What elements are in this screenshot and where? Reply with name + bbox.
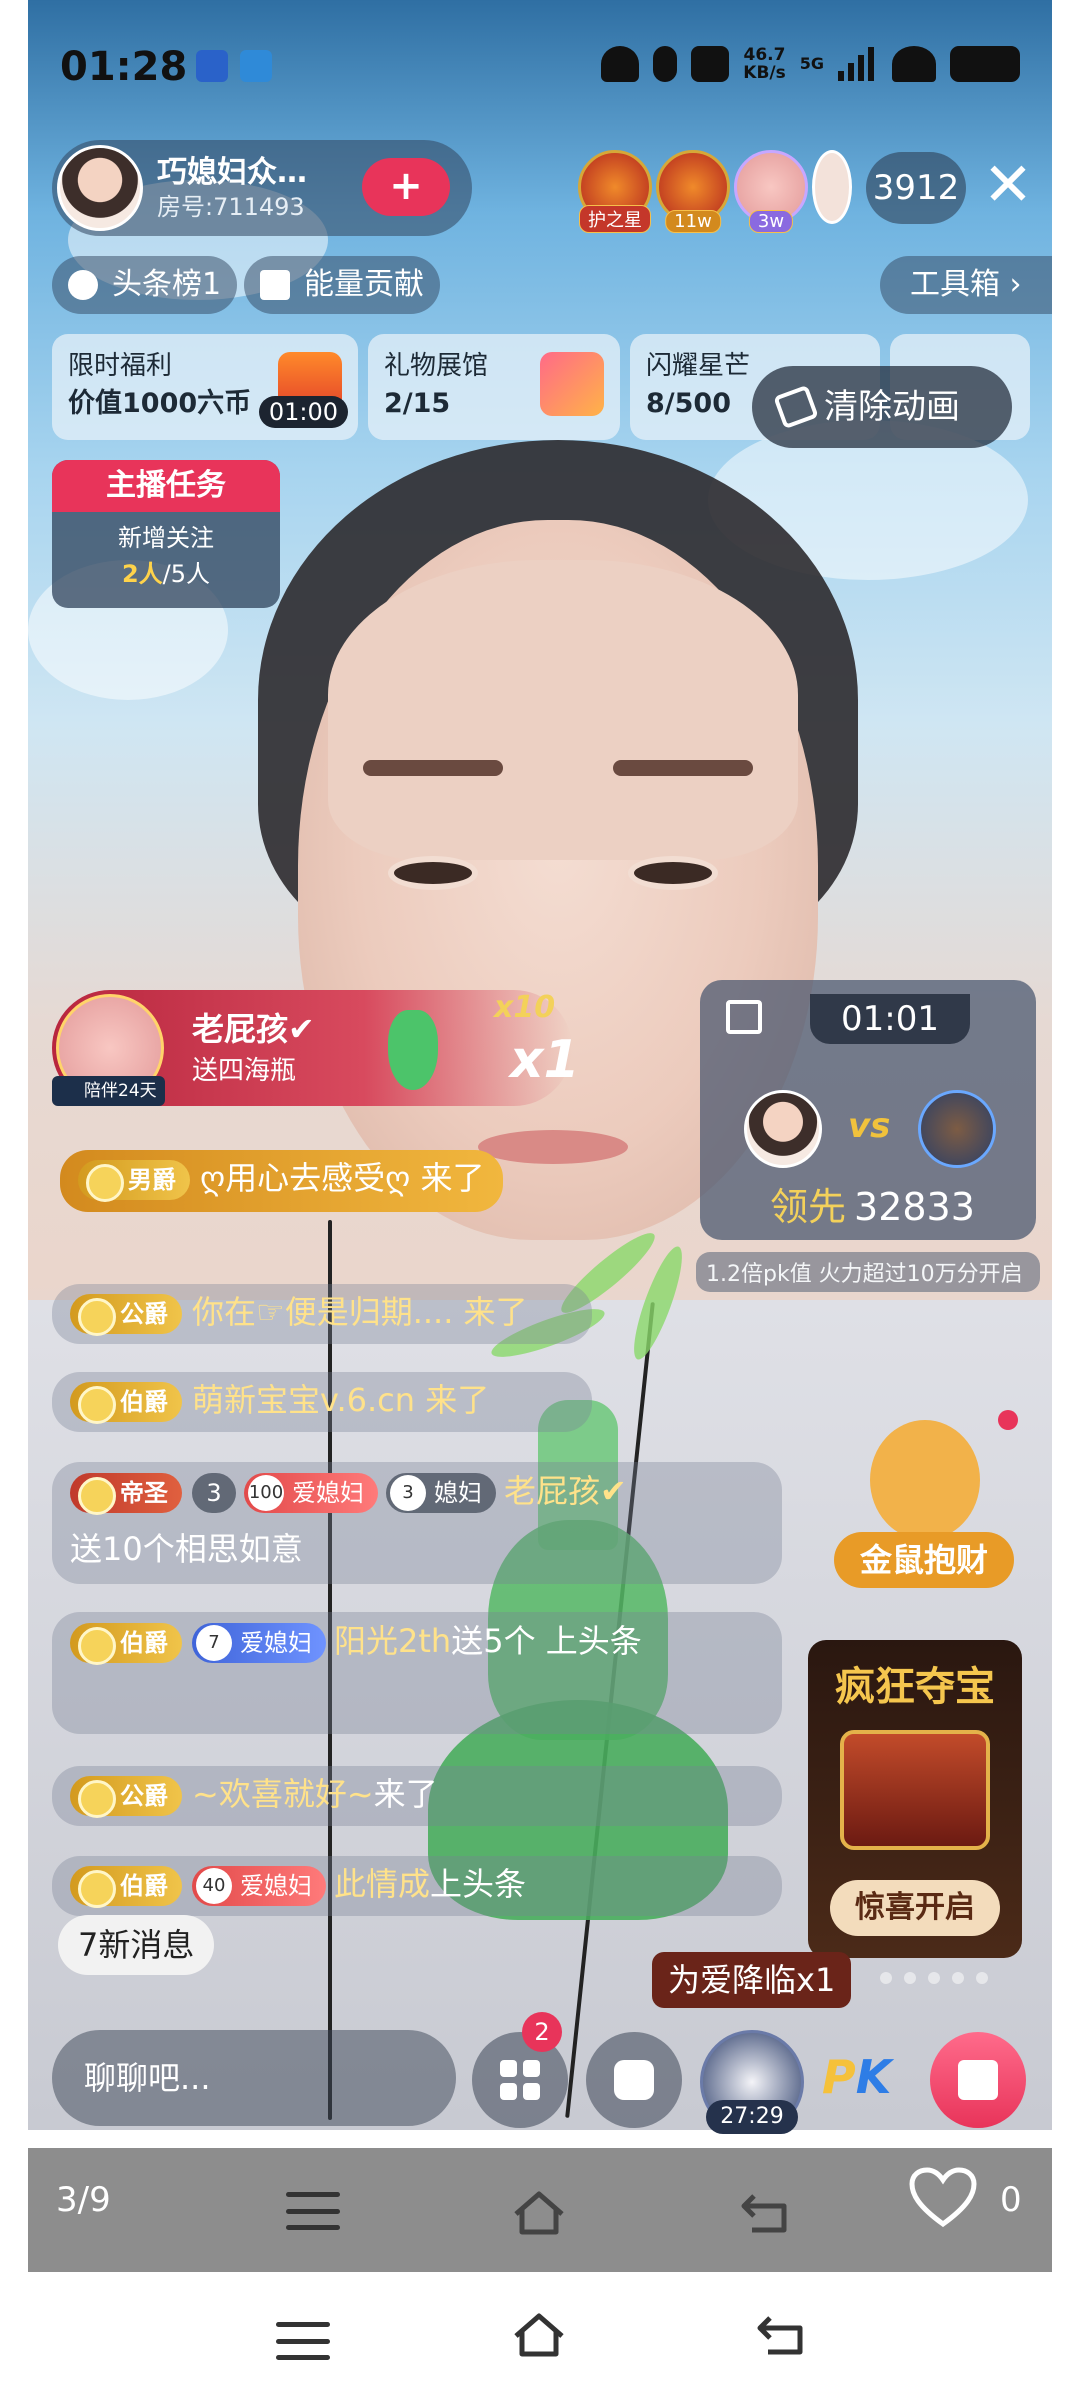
home-icon[interactable] <box>512 2190 566 2236</box>
chat-message[interactable]: 伯爵 萌新宝宝v.6.cn 来了 <box>52 1372 592 1432</box>
activity-timer: 27:29 <box>706 2100 798 2134</box>
notification-icon <box>196 50 228 82</box>
menu-icon[interactable] <box>276 2322 330 2360</box>
headline-rank-button[interactable]: 头条榜1 <box>52 256 238 314</box>
room-number: 房号:711493 <box>157 193 305 221</box>
gifter-name: 老屁孩✔ <box>192 1010 315 1048</box>
signal-icon <box>838 47 878 81</box>
viewer-avatar[interactable]: 3w <box>734 150 808 233</box>
treasure-promo[interactable]: 疯狂夺宝 惊喜开启 <box>808 1640 1022 1958</box>
brow <box>613 760 753 776</box>
chat-bubble-icon <box>614 2060 654 2100</box>
headphone-icon <box>601 46 640 82</box>
toolbox-button[interactable]: 工具箱 › <box>880 256 1052 314</box>
like-icon[interactable] <box>908 2166 978 2230</box>
back-icon[interactable] <box>740 2190 794 2236</box>
status-right: 46.7 KB/s 5G <box>601 46 1020 82</box>
combo-big: x1 <box>510 1030 580 1090</box>
viewer-avatar[interactable]: 护之星 <box>578 150 652 233</box>
eye <box>388 856 478 890</box>
companion-tag: 陪伴24天 <box>52 1076 165 1106</box>
chat-message[interactable]: 帝圣 3 100 爱媳妇 3 媳妇 老屁孩✔ 送10个相思如意 <box>52 1462 782 1584</box>
treasure-chest-icon <box>840 1730 990 1850</box>
back-icon[interactable] <box>756 2312 810 2358</box>
mouse-icon <box>870 1420 980 1540</box>
host-avatar[interactable] <box>57 145 143 231</box>
pk-host-avatar[interactable] <box>744 1090 822 1168</box>
top-viewers[interactable]: 护之星 11w 3w <box>578 150 852 233</box>
pk-note: 1.2倍pk值 火力超过10万分开启 <box>696 1252 1040 1292</box>
grid-icon <box>500 2060 540 2100</box>
golden-mouse-promo[interactable]: 金鼠抱财 <box>830 1410 1020 1600</box>
home-icon[interactable] <box>512 2312 566 2358</box>
menu-icon[interactable] <box>286 2192 340 2230</box>
treasure-open-button[interactable]: 惊喜开启 <box>830 1880 1000 1936</box>
chat-message[interactable]: 伯爵 40 爱媳妇 此情成上头条 <box>52 1856 782 1916</box>
vase-icon <box>388 1010 438 1090</box>
viewer-avatar[interactable]: 11w <box>656 150 730 233</box>
limited-welfare-card[interactable]: 限时福利 价值1000六币 01:00 <box>52 334 358 440</box>
host-task-card[interactable]: 主播任务 新增关注 2人/5人 <box>52 460 280 608</box>
system-nav-bar <box>0 2272 1080 2400</box>
crown-icon <box>260 270 290 300</box>
brow <box>363 760 503 776</box>
page-index: 3/9 <box>56 2180 111 2220</box>
status-bar: 01:28 46.7 KB/s 5G <box>0 0 1080 135</box>
pk-opponent-avatar[interactable] <box>918 1090 996 1168</box>
close-icon[interactable]: ✕ <box>976 150 1040 222</box>
gift-icon <box>958 2060 998 2100</box>
pk-timer: 01:01 <box>810 994 970 1044</box>
gift-button[interactable] <box>930 2032 1026 2128</box>
camera-icon <box>691 46 730 82</box>
new-messages-button[interactable]: 7新消息 <box>58 1915 215 1975</box>
net-speed: 46.7 KB/s <box>743 45 786 83</box>
chat-message[interactable]: 男爵 ღ用心去感受ღ 来了 <box>60 1150 503 1212</box>
message-button[interactable] <box>586 2032 682 2128</box>
gift-box-icon <box>540 352 604 416</box>
gift-gallery-card[interactable]: 礼物展馆 2/15 <box>368 334 620 440</box>
pk-lead: 领先 32833 <box>770 1185 975 1229</box>
chat-message[interactable]: 公爵 你在☞便是归期.... 来了 <box>52 1284 592 1344</box>
exit-icon[interactable] <box>726 1000 762 1034</box>
host-name: 巧媳妇众… <box>157 155 307 190</box>
network-type: 5G <box>799 54 824 73</box>
chat-input[interactable]: 聊聊吧... <box>52 2030 456 2126</box>
combo-small: x10 <box>494 990 556 1025</box>
countdown: 01:00 <box>258 396 348 428</box>
lips <box>478 1130 628 1164</box>
gift-text: 送四海瓶 <box>192 1056 297 1086</box>
host-text: 巧媳妇众… 房号:711493 <box>157 154 307 222</box>
like-count: 0 <box>1000 2180 1022 2220</box>
mic-icon <box>653 46 678 82</box>
vs-label: vs <box>848 1106 891 1146</box>
gift-tip: 为爱降临x1 <box>652 1952 852 2008</box>
status-time: 01:28 <box>60 44 188 90</box>
eraser-icon <box>773 384 819 430</box>
chat-message[interactable]: 伯爵 7 爱媳妇 阳光2th送5个 上头条 <box>52 1612 782 1734</box>
drop-icon <box>68 270 98 300</box>
wifi-icon <box>892 46 936 82</box>
energy-contribution-button[interactable]: 能量贡献 <box>244 256 440 314</box>
pk-panel[interactable]: 01:01 vs 领先 32833 <box>700 980 1036 1240</box>
apps-badge: 2 <box>522 2012 562 2052</box>
chat-message[interactable]: 公爵 ~欢喜就好~来了 <box>52 1766 782 1826</box>
pk-button[interactable]: PK <box>822 2050 891 2104</box>
eye <box>628 856 718 890</box>
follow-button[interactable]: + <box>362 158 450 216</box>
carousel-dots <box>880 1972 988 1984</box>
notification-icon <box>240 50 272 82</box>
clear-animation-button[interactable]: 清除动画 <box>752 366 1012 448</box>
app-root: 01:28 46.7 KB/s 5G 巧媳妇众… 房号:711493 + 护之星 … <box>0 0 1080 2400</box>
viewer-count[interactable]: 3912 <box>866 152 966 224</box>
battery-icon <box>950 46 1020 82</box>
viewer-avatar[interactable] <box>812 150 852 224</box>
forehead <box>328 560 798 860</box>
